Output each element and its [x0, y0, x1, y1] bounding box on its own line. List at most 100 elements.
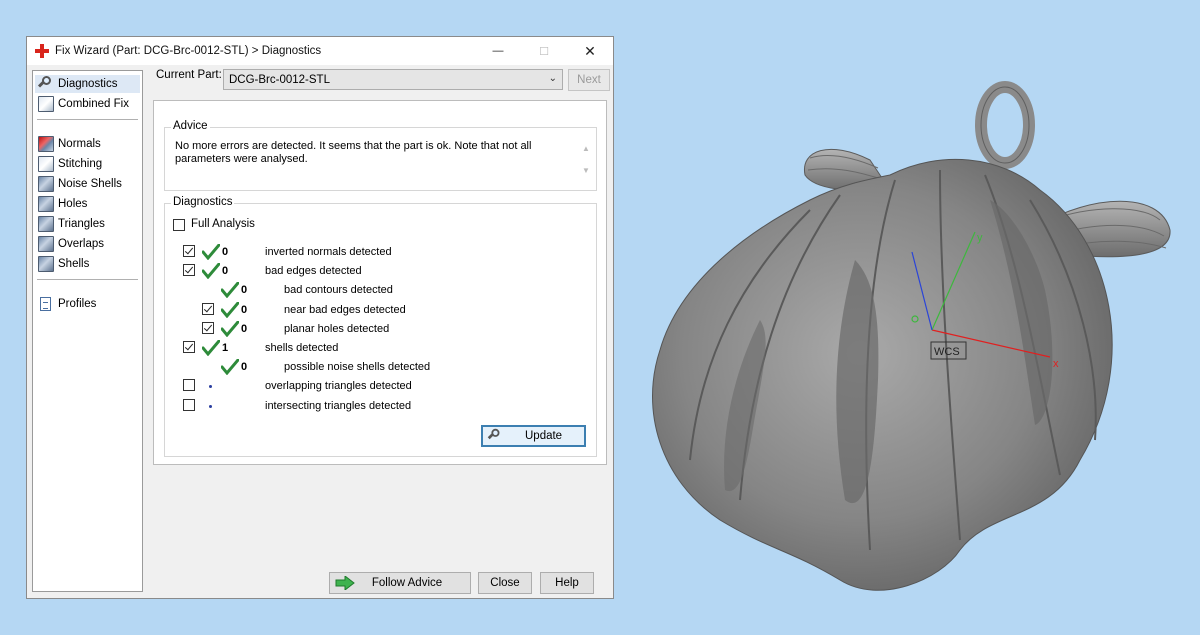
sidebar-item-label: Stitching [58, 158, 103, 170]
diagnostic-count: 0 [241, 303, 248, 316]
diagnostic-label: overlapping triangles detected [265, 380, 412, 393]
green-check-icon [202, 263, 220, 280]
current-part-select[interactable]: DCG-Brc-0012-STL ⌄ [223, 69, 563, 90]
diagnostic-count: 0 [241, 284, 248, 297]
diagnostic-label: shells detected [265, 342, 339, 354]
sidebar-divider [37, 279, 138, 280]
sidebar-divider [37, 119, 138, 120]
magnifier-icon [487, 428, 502, 443]
3d-viewport[interactable]: x y WCS [640, 80, 1200, 610]
green-check-icon [221, 320, 239, 337]
y-axis-label: y [977, 232, 983, 244]
shells-icon [38, 256, 54, 272]
sidebar-item-label: Holes [58, 198, 88, 210]
green-check-icon [221, 301, 239, 318]
diagnostic-row: overlapping triangles detected [165, 378, 585, 394]
sidebar-item-overlaps[interactable]: Overlaps [38, 235, 104, 253]
sidebar-item-stitching[interactable]: Stitching [38, 155, 102, 173]
update-button[interactable]: Update [481, 425, 586, 447]
diagnostic-checkbox[interactable] [183, 398, 195, 411]
diagnostic-checkbox[interactable] [183, 264, 195, 277]
sidebar-item-profiles[interactable]: Profiles [38, 295, 96, 313]
diagnostic-count: 1 [222, 342, 229, 354]
minimize-button[interactable]: — [475, 37, 521, 65]
red-cross-app-icon [35, 44, 49, 58]
sidebar-item-noise-shells[interactable]: Noise Shells [38, 175, 122, 193]
sidebar-item-label: Normals [58, 138, 101, 150]
document-icon [40, 297, 51, 311]
green-check-icon [202, 244, 220, 260]
diagnostic-checkbox[interactable] [202, 321, 214, 334]
diagnostic-label: intersecting triangles detected [265, 399, 412, 412]
diagnostic-row: 1 shells detected [165, 340, 585, 356]
follow-advice-label: Follow Advice [371, 577, 443, 589]
diagnostic-count: 0 [222, 265, 229, 278]
green-check-icon [221, 359, 239, 376]
sidebar-item-holes[interactable]: Holes [38, 195, 87, 213]
diagnostic-checkbox[interactable] [202, 302, 214, 315]
advice-text: No more errors are detected. It seems th… [175, 140, 532, 165]
diagnostic-row: intersecting triangles detected [165, 398, 585, 414]
advice-group: Advice No more errors are detected. It s… [164, 120, 597, 191]
diagnostic-count: 0 [241, 322, 248, 335]
pending-dot-icon [209, 385, 212, 389]
diagnostic-label: near bad edges detected [284, 303, 406, 316]
triangles-icon [38, 216, 54, 232]
sidebar-item-combined-fix[interactable]: Combined Fix [38, 95, 129, 113]
sidebar-item-label: Diagnostics [58, 78, 118, 90]
fix-wizard-window: Fix Wizard (Part: DCG-Brc-0012-STL) > Di… [26, 36, 614, 599]
sidebar-item-normals[interactable]: Normals [38, 135, 101, 153]
diagnostic-label: bad edges detected [265, 265, 362, 278]
sidebar-item-label: Profiles [58, 298, 97, 310]
green-check-icon [202, 340, 220, 356]
diagnostic-label: inverted normals detected [265, 246, 392, 258]
diagnostics-panel: Advice No more errors are detected. It s… [153, 100, 607, 465]
diagnostic-checkbox[interactable] [183, 379, 195, 392]
sidebar-item-label: Combined Fix [58, 98, 129, 110]
advice-scrollbar[interactable]: ▲ ▼ [580, 138, 592, 182]
diagnostic-label: bad contours detected [284, 284, 393, 297]
stitching-icon [38, 156, 54, 172]
close-window-button[interactable]: ✕ [567, 37, 613, 65]
title-bar[interactable]: Fix Wizard (Part: DCG-Brc-0012-STL) > Di… [27, 37, 613, 65]
magnifier-icon [37, 76, 54, 92]
diagnostic-row: 0 inverted normals detected [165, 244, 585, 260]
close-button[interactable]: Close [478, 572, 532, 594]
diagnostic-row: 0 possible noise shells detected [165, 359, 585, 376]
green-arrow-right-icon [335, 576, 355, 590]
diagnostic-checkbox[interactable] [183, 341, 195, 353]
diagnostic-row: 0 bad contours detected [165, 282, 585, 299]
sidebar-item-label: Shells [58, 258, 90, 270]
window-title: Fix Wizard (Part: DCG-Brc-0012-STL) > Di… [55, 45, 322, 57]
diagnostic-label: possible noise shells detected [284, 361, 431, 374]
pendant-model-render: x y WCS [652, 81, 1171, 591]
sidebar: Diagnostics Combined Fix Normals Stitchi… [32, 70, 143, 592]
sidebar-item-diagnostics[interactable]: Diagnostics [35, 75, 140, 93]
current-part-label: Current Part: [156, 69, 222, 81]
overlaps-icon [38, 236, 54, 252]
noise-shells-icon [38, 176, 54, 192]
diagnostic-checkbox[interactable] [183, 245, 195, 257]
follow-advice-button[interactable]: Follow Advice [329, 572, 471, 594]
diagnostics-title: Diagnostics [171, 196, 235, 208]
diagnostic-count: 0 [241, 361, 248, 374]
diagnostic-row: 0 planar holes detected [165, 320, 585, 337]
pending-dot-icon [209, 404, 212, 408]
sidebar-item-triangles[interactable]: Triangles [38, 215, 105, 233]
diagnostic-row: 0 near bad edges detected [165, 301, 585, 318]
sidebar-item-label: Triangles [58, 218, 105, 230]
diagnostics-group: Diagnostics Full Analysis 0 inverted norm… [164, 196, 597, 457]
sidebar-item-label: Noise Shells [58, 178, 122, 190]
diagnostic-count: 0 [222, 246, 229, 258]
full-analysis-label: Full Analysis [191, 218, 255, 230]
cube-icon [38, 96, 54, 112]
full-analysis-checkbox[interactable] [173, 219, 185, 231]
sidebar-item-label: Overlaps [58, 238, 105, 250]
next-button[interactable]: Next [568, 69, 610, 91]
green-check-icon [221, 282, 239, 299]
normals-cube-icon [38, 136, 54, 152]
help-button[interactable]: Help [540, 572, 594, 594]
diagnostic-row: 0 bad edges detected [165, 263, 585, 280]
sidebar-item-shells[interactable]: Shells [38, 255, 89, 273]
maximize-button[interactable]: ☐ [521, 37, 567, 65]
